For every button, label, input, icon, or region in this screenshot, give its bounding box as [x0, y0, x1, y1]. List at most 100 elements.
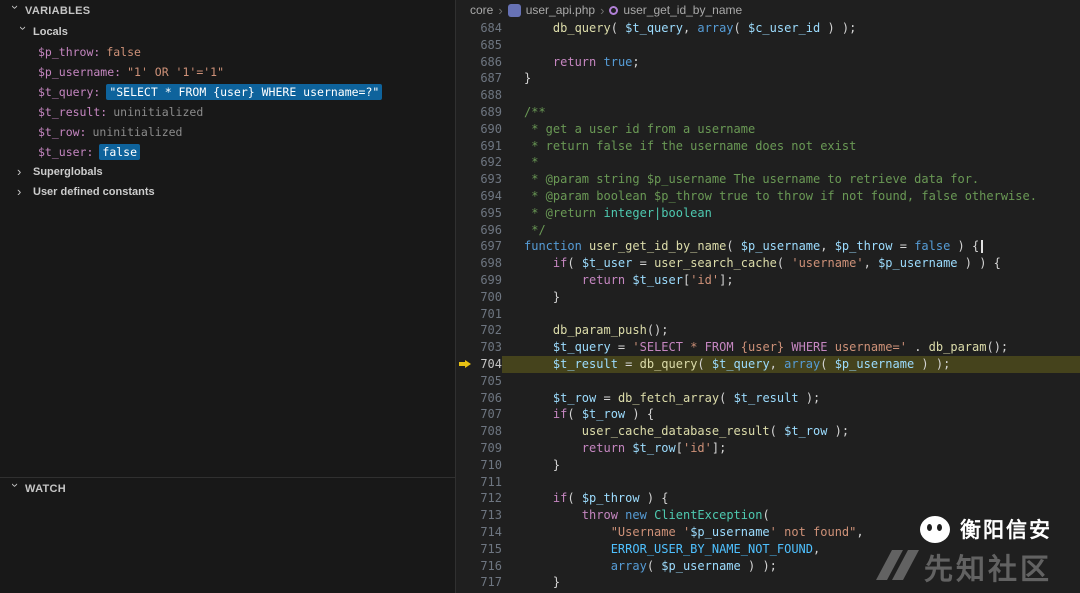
line-number[interactable]: 700	[474, 289, 502, 306]
variable-row[interactable]: $t_result: uninitialized	[0, 102, 455, 122]
code-line[interactable]: 703 $t_query = 'SELECT * FROM {user} WHE…	[456, 339, 1080, 356]
code-text: $t_result = db_query( $t_query, array( $…	[502, 355, 1080, 373]
code-line[interactable]: 687}	[456, 70, 1080, 87]
line-number[interactable]: 703	[474, 339, 502, 356]
code-line[interactable]: 702 db_param_push();	[456, 322, 1080, 339]
variables-group-locals[interactable]: › Locals	[0, 22, 455, 42]
line-number[interactable]: 697	[474, 238, 502, 255]
line-number[interactable]: 695	[474, 205, 502, 222]
variable-row[interactable]: $p_throw: false	[0, 42, 455, 62]
code-line[interactable]: 694 * @param boolean $p_throw true to th…	[456, 188, 1080, 205]
code-line[interactable]: 701	[456, 306, 1080, 323]
variable-row[interactable]: $t_query: "SELECT * FROM {user} WHERE use…	[0, 82, 455, 102]
code-line[interactable]: 709 return $t_row['id'];	[456, 440, 1080, 457]
line-number[interactable]: 717	[474, 574, 502, 591]
code-line[interactable]: 697 function user_get_id_by_name( $p_user…	[456, 238, 1080, 255]
code-line[interactable]: 688	[456, 87, 1080, 104]
code-line[interactable]: 686 return true;	[456, 54, 1080, 71]
line-number[interactable]: 690	[474, 121, 502, 138]
variables-group-superglobals[interactable]: › Superglobals	[0, 162, 455, 182]
code-line[interactable]: 699 return $t_user['id'];	[456, 272, 1080, 289]
line-number[interactable]: 706	[474, 390, 502, 407]
code-text: }	[552, 575, 561, 590]
code-text: return $t_user['id'];	[581, 272, 734, 287]
variable-row[interactable]: $p_username: "1' OR '1'='1"	[0, 62, 455, 82]
breadcrumb-item[interactable]: core	[470, 3, 493, 17]
code-line[interactable]: 708 user_cache_database_result( $t_row )…	[456, 423, 1080, 440]
line-number[interactable]: 715	[474, 541, 502, 558]
line-number[interactable]: 687	[474, 70, 502, 87]
line-number[interactable]: 691	[474, 138, 502, 155]
line-number[interactable]: 689	[474, 104, 502, 121]
breadcrumb-item[interactable]: user_api.php	[507, 3, 595, 17]
line-number[interactable]: 711	[474, 474, 502, 491]
watch-panel-header[interactable]: › WATCH	[0, 478, 455, 500]
line-number[interactable]: 685	[474, 37, 502, 54]
code-line[interactable]: 684 db_query( $t_query, array( $c_user_i…	[456, 20, 1080, 37]
code-line[interactable]: 693 * @param string $p_username The user…	[456, 171, 1080, 188]
line-number[interactable]: 712	[474, 490, 502, 507]
code-line[interactable]: 713 throw new ClientException(	[456, 507, 1080, 524]
breadcrumb-label: user_get_id_by_name	[623, 3, 743, 17]
line-number[interactable]: 693	[474, 171, 502, 188]
line-number[interactable]: 707	[474, 406, 502, 423]
code-line[interactable]: 690 * get a user id from a username	[456, 121, 1080, 138]
code-line[interactable]: 689 /**	[456, 104, 1080, 121]
code-line[interactable]: 696 */	[456, 222, 1080, 239]
line-number[interactable]: 694	[474, 188, 502, 205]
line-number[interactable]: 708	[474, 423, 502, 440]
line-number[interactable]: 709	[474, 440, 502, 457]
line-number[interactable]: 702	[474, 322, 502, 339]
line-number[interactable]: 698	[474, 255, 502, 272]
breadcrumb-label: core	[470, 3, 494, 17]
vscode-debug-window: › VARIABLES › Locals $p_throw: false $p_user…	[0, 0, 1080, 593]
chevron-down-icon: ›	[16, 26, 31, 31]
line-number[interactable]: 701	[474, 306, 502, 323]
code-line[interactable]: 716 array( $p_username ) );	[456, 558, 1080, 575]
line-number[interactable]: 716	[474, 558, 502, 575]
variable-row[interactable]: $t_row: uninitialized	[0, 122, 455, 142]
code-text: throw new ClientException(	[581, 508, 770, 523]
line-number[interactable]: 714	[474, 524, 502, 541]
variable-row[interactable]: $t_user: false	[0, 142, 455, 162]
code-line[interactable]: 714 "Username '$p_username' not found",	[456, 524, 1080, 541]
watch-panel-title: WATCH	[25, 483, 67, 495]
line-number[interactable]: 710	[474, 457, 502, 474]
line-number[interactable]: 699	[474, 272, 502, 289]
line-number[interactable]: 686	[474, 54, 502, 71]
code-line[interactable]: 710 }	[456, 457, 1080, 474]
code-line[interactable]: 698 if( $t_user = user_search_cache( 'us…	[456, 255, 1080, 272]
variables-group-user-defined-constants[interactable]: › User defined constants	[0, 182, 455, 202]
line-number[interactable]: 704	[474, 356, 502, 373]
code-line[interactable]: 705	[456, 373, 1080, 390]
code-line[interactable]: 717 }	[456, 574, 1080, 591]
code-line[interactable]: 695 * @return integer|boolean	[456, 205, 1080, 222]
line-number[interactable]: 692	[474, 154, 502, 171]
code-text: function user_get_id_by_name( $p_usernam…	[502, 238, 1080, 255]
code-line[interactable]: 712 if( $p_throw ) {	[456, 490, 1080, 507]
code-line[interactable]: 691 * return false if the username does …	[456, 138, 1080, 155]
code-line[interactable]: 711	[456, 474, 1080, 491]
line-number[interactable]: 696	[474, 222, 502, 239]
line-number[interactable]: 688	[474, 87, 502, 104]
code-line[interactable]: 704 $t_result = db_query( $t_query, arra…	[456, 355, 1080, 373]
line-number[interactable]: 705	[474, 373, 502, 390]
variable-value: false	[99, 144, 141, 160]
breadcrumb-item[interactable]: user_get_id_by_name	[609, 3, 742, 17]
variable-value: "SELECT * FROM {user} WHERE username=?"	[106, 84, 383, 100]
code-line[interactable]: 700 }	[456, 289, 1080, 306]
code-line[interactable]: 692 *	[456, 154, 1080, 171]
code-line[interactable]: 706 $t_row = db_fetch_array( $t_result )…	[456, 390, 1080, 407]
code-line[interactable]: 685	[456, 37, 1080, 54]
line-number[interactable]: 684	[474, 20, 502, 37]
variables-panel-header[interactable]: › VARIABLES	[0, 0, 455, 22]
code-text: }	[552, 457, 561, 472]
code-text: return true;	[552, 54, 640, 69]
code-line[interactable]: 715 ERROR_USER_BY_NAME_NOT_FOUND,	[456, 541, 1080, 558]
line-number[interactable]: 713	[474, 507, 502, 524]
php-file-icon	[507, 3, 521, 17]
code-line[interactable]: 707 if( $t_row ) {	[456, 406, 1080, 423]
